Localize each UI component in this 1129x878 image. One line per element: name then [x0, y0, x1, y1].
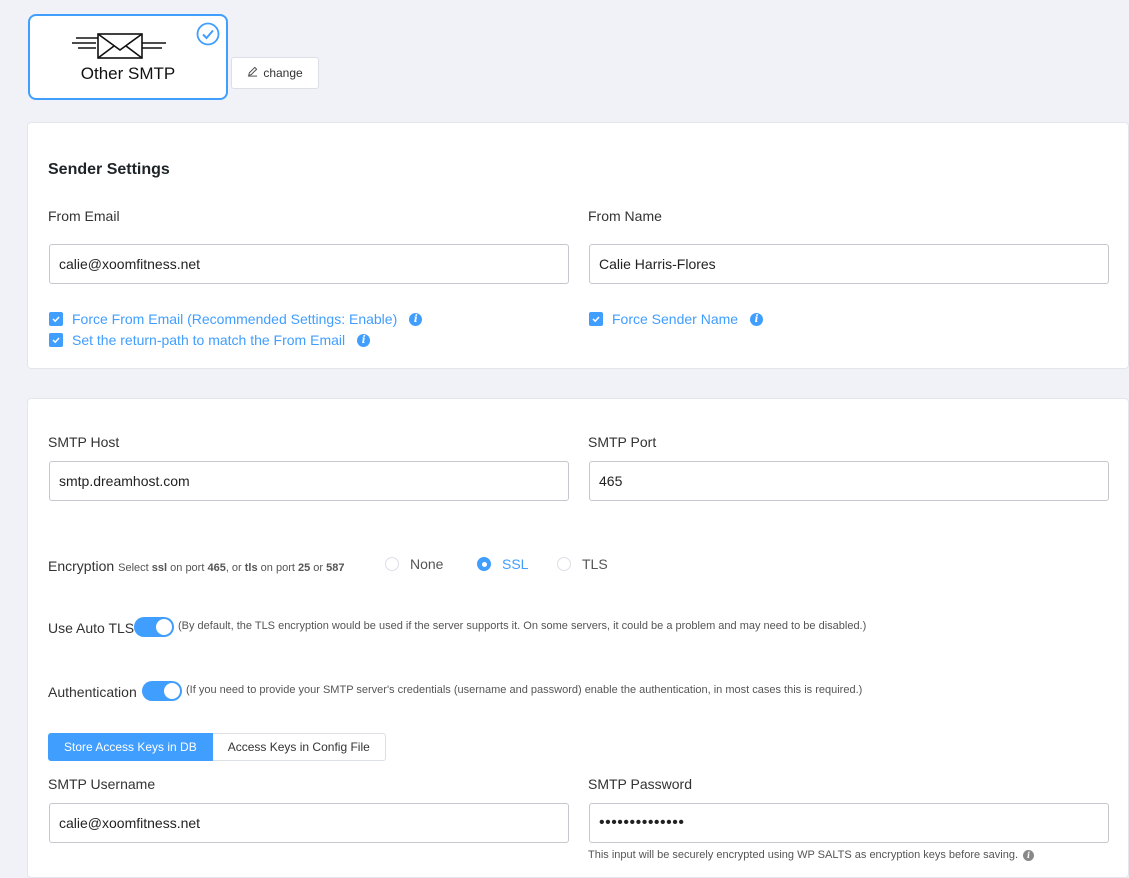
encryption-option-label: SSL: [502, 556, 529, 572]
sender-settings-panel: Sender Settings From Email From Name For…: [27, 122, 1129, 369]
radio-circle-selected: [477, 557, 491, 571]
encryption-hint: Select ssl on port 465, or tls on port 2…: [118, 562, 345, 574]
envelope-icon: [70, 32, 170, 60]
pencil-icon: [247, 66, 258, 80]
authentication-label: Authentication: [48, 684, 137, 700]
authentication-toggle[interactable]: [142, 681, 182, 701]
encryption-option-ssl[interactable]: SSL: [477, 556, 528, 572]
info-icon[interactable]: i: [357, 333, 371, 347]
force-from-email-checkbox[interactable]: Force From Email (Recommended Settings: …: [49, 311, 423, 327]
authentication-hint: (If you need to provide your SMTP server…: [186, 684, 863, 696]
from-name-label: From Name: [588, 208, 662, 224]
auto-tls-label: Use Auto TLS: [48, 620, 135, 636]
force-from-email-label: Force From Email (Recommended Settings: …: [72, 311, 398, 327]
smtp-password-label: SMTP Password: [588, 776, 692, 792]
auto-tls-hint: (By default, the TLS encryption would be…: [178, 620, 867, 632]
access-keys-tabs: Store Access Keys in DB Access Keys in C…: [48, 733, 386, 761]
encryption-option-label: TLS: [582, 556, 608, 572]
encryption-label: Encryption: [48, 558, 115, 574]
selected-check-icon: [196, 22, 220, 46]
provider-label: Other SMTP: [80, 64, 176, 83]
radio-circle: [385, 557, 399, 571]
from-email-input[interactable]: [49, 244, 569, 284]
password-encryption-note: This input will be securely encrypted us…: [588, 849, 1035, 861]
smtp-port-label: SMTP Port: [588, 434, 657, 450]
encryption-option-none[interactable]: None: [385, 556, 443, 572]
change-button-label: change: [263, 66, 303, 80]
encryption-option-tls[interactable]: TLS: [557, 556, 608, 572]
sender-settings-heading: Sender Settings: [48, 161, 170, 178]
from-name-input[interactable]: [589, 244, 1109, 284]
radio-circle: [557, 557, 571, 571]
info-icon[interactable]: i: [409, 312, 423, 326]
force-sender-name-label: Force Sender Name: [612, 311, 739, 327]
smtp-settings-panel: SMTP Host SMTP Port Encryption Select ss…: [27, 398, 1129, 878]
checkbox-checked-icon: [49, 312, 63, 326]
checkbox-checked-icon: [589, 312, 603, 326]
info-icon[interactable]: i: [750, 312, 764, 326]
provider-card-other-smtp[interactable]: Other SMTP: [28, 14, 228, 100]
encryption-option-label: None: [410, 556, 444, 572]
password-note-text: This input will be securely encrypted us…: [588, 849, 1019, 861]
smtp-host-label: SMTP Host: [48, 434, 120, 450]
auto-tls-toggle[interactable]: [134, 617, 174, 637]
change-provider-button[interactable]: change: [231, 57, 319, 89]
smtp-password-input[interactable]: [589, 803, 1109, 843]
smtp-port-input[interactable]: [589, 461, 1109, 501]
tab-access-keys-config-file[interactable]: Access Keys in Config File: [212, 733, 386, 761]
info-icon[interactable]: i: [1023, 849, 1035, 861]
smtp-host-input[interactable]: [49, 461, 569, 501]
force-sender-name-checkbox[interactable]: Force Sender Name i: [589, 311, 764, 327]
smtp-username-input[interactable]: [49, 803, 569, 843]
checkbox-checked-icon: [49, 333, 63, 347]
smtp-username-label: SMTP Username: [48, 776, 156, 792]
return-path-label: Set the return-path to match the From Em…: [72, 332, 346, 348]
from-email-label: From Email: [48, 208, 120, 224]
tab-store-access-keys-db[interactable]: Store Access Keys in DB: [48, 733, 213, 761]
return-path-checkbox[interactable]: Set the return-path to match the From Em…: [49, 332, 371, 348]
encryption-row: Encryption Select ssl on port 465, or tl…: [48, 558, 344, 574]
